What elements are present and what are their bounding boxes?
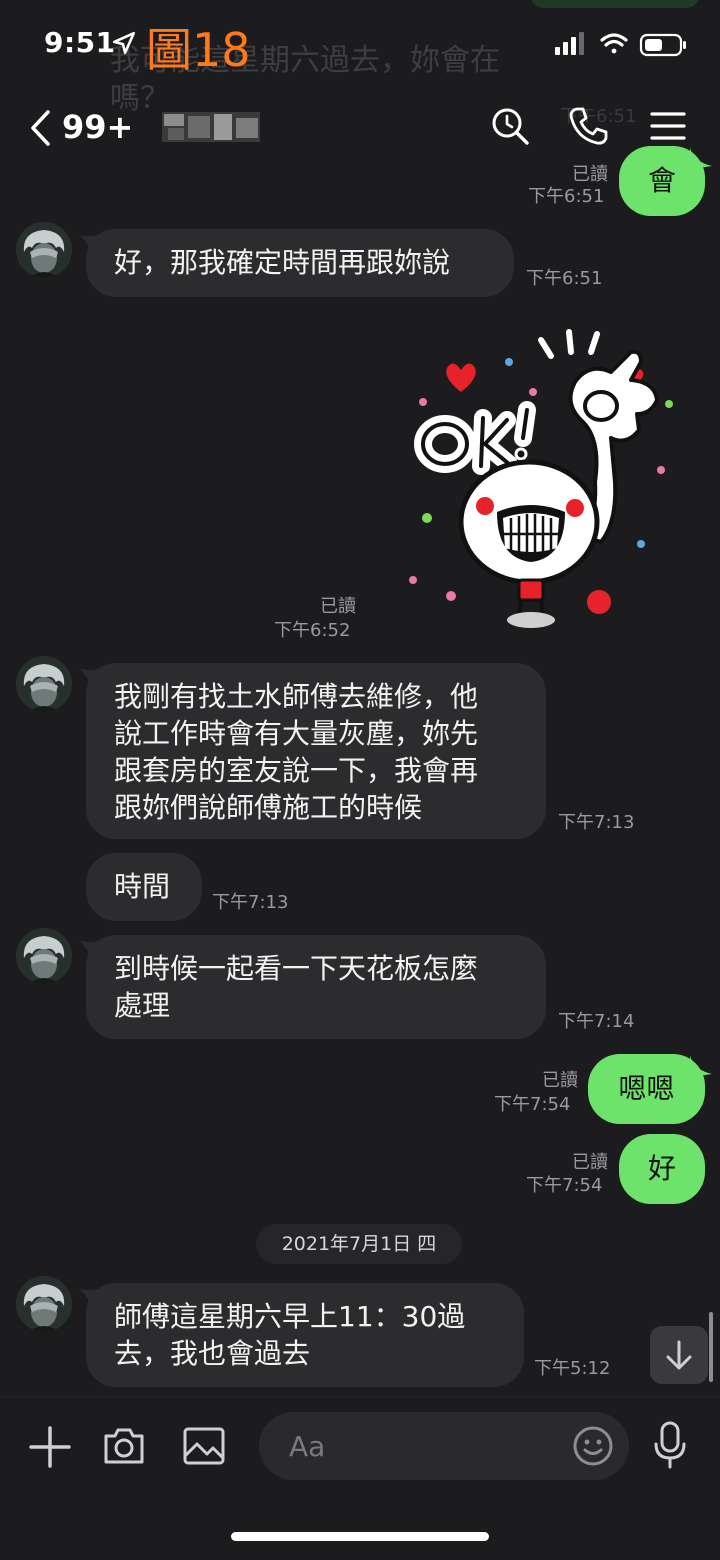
plus-icon[interactable] xyxy=(28,1425,72,1469)
incoming-message-bubble[interactable]: 好，那我確定時間再跟妳說 xyxy=(86,229,514,297)
contact-name-blurred xyxy=(162,112,260,142)
image-icon[interactable] xyxy=(182,1424,226,1468)
contact-avatar[interactable] xyxy=(16,928,72,984)
incoming-message-bubble[interactable]: 師傅這星期六早上11：30過 去，我也會過去 xyxy=(86,1283,524,1387)
unread-count[interactable]: 99+ xyxy=(62,108,133,146)
figure-label: 圖18 xyxy=(146,23,251,77)
home-indicator[interactable] xyxy=(231,1532,489,1541)
battery-icon xyxy=(639,33,686,57)
avatar-image xyxy=(16,222,72,278)
emoji-icon[interactable] xyxy=(572,1425,614,1467)
contact-avatar[interactable] xyxy=(16,222,72,278)
message-text: 會 xyxy=(647,164,676,197)
message-time: 下午6:51 xyxy=(526,268,603,289)
contact-avatar[interactable] xyxy=(16,1276,72,1332)
read-receipt: 已讀 xyxy=(542,1070,578,1091)
message-text: 到時候一起看一下天花板怎麼 處理 xyxy=(114,952,479,1022)
phone-icon[interactable] xyxy=(568,106,608,146)
message-time: 下午7:13 xyxy=(212,892,289,913)
back-chevron-icon[interactable] xyxy=(28,108,52,148)
arrow-down-icon xyxy=(666,1340,692,1370)
search-icon[interactable] xyxy=(490,106,530,146)
message-text: 嗯嗯 xyxy=(618,1072,675,1105)
bubble-tail xyxy=(690,148,712,170)
status-time: 9:51 xyxy=(44,26,116,59)
ok-sticker[interactable] xyxy=(405,322,680,632)
message-time: 下午7:54 xyxy=(526,1175,603,1196)
message-text: 時間 xyxy=(114,870,171,903)
menu-icon[interactable] xyxy=(648,106,688,146)
incoming-message-bubble[interactable]: 我剛有找土水師傅去維修，他 說工作時會有大量灰塵，妳先 跟套房的室友說一下，我會… xyxy=(86,663,546,839)
location-arrow-icon xyxy=(112,31,136,55)
message-input-placeholder: Aa xyxy=(289,1430,326,1463)
outgoing-message-bubble[interactable]: 好 xyxy=(619,1134,705,1204)
outgoing-message-bubble[interactable]: 嗯嗯 xyxy=(588,1054,705,1124)
previous-outgoing-bubble xyxy=(530,0,700,8)
message-text: 好，那我確定時間再跟妳說 xyxy=(114,246,451,279)
scroll-to-bottom-button[interactable] xyxy=(650,1326,708,1384)
message-text: 師傅這星期六早上11：30過 去，我也會過去 xyxy=(114,1300,466,1370)
read-receipt: 已讀 xyxy=(572,1152,608,1173)
avatar-image xyxy=(16,656,72,712)
contact-avatar[interactable] xyxy=(16,656,72,712)
read-receipt: 已讀 xyxy=(572,164,608,185)
date-separator: 2021年7月1日 四 xyxy=(256,1224,462,1264)
message-time: 下午7:54 xyxy=(494,1094,571,1115)
message-time: 下午7:14 xyxy=(558,1011,635,1032)
incoming-message-bubble[interactable]: 時間 xyxy=(86,853,202,921)
signal-icon xyxy=(555,32,584,55)
bubble-tail xyxy=(690,1056,712,1078)
message-time: 下午7:13 xyxy=(558,812,635,833)
avatar-image xyxy=(16,1276,72,1332)
status-indicators xyxy=(555,32,686,57)
wifi-icon xyxy=(600,33,628,54)
message-time: 下午5:12 xyxy=(534,1358,611,1379)
message-text: 好 xyxy=(647,1152,676,1185)
message-time: 下午6:51 xyxy=(528,186,605,207)
camera-icon[interactable] xyxy=(102,1424,146,1468)
scrollbar[interactable] xyxy=(709,1312,713,1382)
read-receipt: 已讀 xyxy=(320,596,356,617)
avatar-image xyxy=(16,928,72,984)
message-time: 下午6:52 xyxy=(274,620,351,641)
message-text: 我剛有找土水師傅去維修，他 說工作時會有大量灰塵，妳先 跟套房的室友說一下，我會… xyxy=(114,680,479,824)
microphone-icon[interactable] xyxy=(652,1420,688,1470)
incoming-message-bubble[interactable]: 到時候一起看一下天花板怎麼 處理 xyxy=(86,935,546,1039)
